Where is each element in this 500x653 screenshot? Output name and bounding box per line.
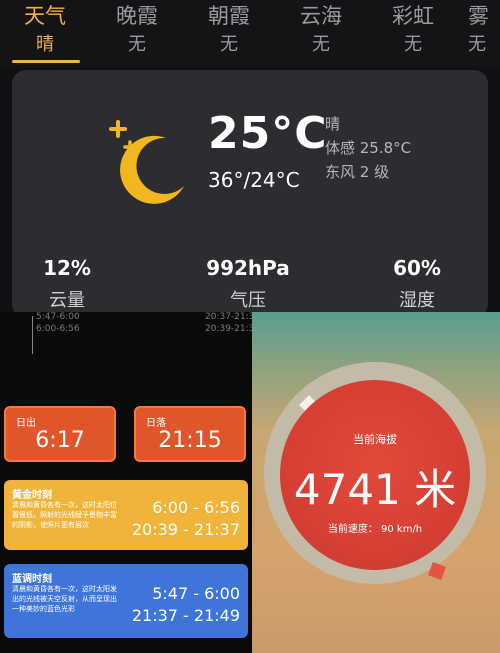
sunset-time: 21:15 <box>158 428 222 453</box>
weather-details: 晴 体感 25.8°C 东风 2 级 <box>325 112 411 184</box>
weather-card: 25°C 36°/24°C 晴 体感 25.8°C 东风 2 级 12% 云量 … <box>12 70 488 318</box>
altitude-value: 4741 米 <box>293 465 457 514</box>
ghost-time-1: 5:47-6:00 <box>36 312 80 322</box>
sunset-card: 日落 21:15 <box>134 406 246 462</box>
sunrise-time: 6:17 <box>35 428 85 453</box>
golden-hour-title: 黄金时刻 <box>12 490 52 501</box>
tab-fog-value: 无 <box>468 34 486 55</box>
ghost-time-2: 6:00-6:56 <box>36 324 80 334</box>
golden-hour-evening: 20:39 - 21:37 <box>131 520 240 539</box>
pressure-label: 气压 <box>230 290 266 311</box>
tab-morning-glow-value: 无 <box>220 34 238 55</box>
timeline-marker <box>32 316 33 354</box>
humidity-label: 湿度 <box>399 290 435 311</box>
tab-morning-glow-title: 朝霞 <box>208 4 250 28</box>
cloud-cover-value: 12% <box>43 256 91 280</box>
blue-hour-evening: 21:37 - 21:49 <box>131 606 240 625</box>
weather-condition: 晴 <box>325 115 341 133</box>
tab-sunset-glow-value: 无 <box>128 34 146 55</box>
tab-rainbow-value: 无 <box>404 34 422 55</box>
sunrise-label: 日出 <box>16 418 36 429</box>
temperature-range: 36°/24°C <box>208 168 300 192</box>
blue-hour-title: 蓝调时刻 <box>12 574 52 585</box>
golden-hour-morning: 6:00 - 6:56 <box>152 498 240 517</box>
category-tabs: 天气 晴 晚霞 无 朝霞 无 云海 无 彩虹 无 雾 无 <box>0 0 500 66</box>
sunrise-card: 日出 6:17 <box>4 406 116 462</box>
moon-stars-icon <box>109 120 184 204</box>
tab-cloud-sea-title: 云海 <box>300 4 342 28</box>
tab-weather[interactable]: 天气 晴 <box>10 2 80 60</box>
golden-hour-description: 清晨和黄昏各有一次，这时太阳位置很低，照射的光线赋予景物丰富的阴影，使照片更有层… <box>12 501 117 529</box>
blue-hour-morning: 5:47 - 6:00 <box>152 584 240 603</box>
sunset-label: 日落 <box>146 418 166 429</box>
tab-cloud-sea-value: 无 <box>312 34 330 55</box>
tab-weather-value: 晴 <box>36 34 54 55</box>
humidity-value: 60% <box>393 256 441 280</box>
golden-hour-card: 黄金时刻 清晨和黄昏各有一次，这时太阳位置很低，照射的光线赋予景物丰富的阴影，使… <box>4 480 248 550</box>
cloud-cover-label: 云量 <box>49 290 85 311</box>
tab-morning-glow[interactable]: 朝霞 无 <box>194 2 264 60</box>
tab-cloud-sea[interactable]: 云海 无 <box>286 2 356 60</box>
blue-hour-card: 蓝调时刻 清晨和黄昏各有一次，这时太阳发出的光线被天空反射，从而呈现出一种美妙的… <box>4 564 248 638</box>
feels-like: 体感 25.8°C <box>325 139 412 157</box>
tab-weather-title: 天气 <box>24 4 66 28</box>
tab-fog[interactable]: 雾 无 <box>468 2 500 60</box>
current-temperature: 25°C <box>208 108 328 159</box>
altitude-title: 当前海拔 <box>353 433 397 446</box>
tab-rainbow[interactable]: 彩虹 无 <box>378 2 448 60</box>
current-speed: 当前速度： 90 km/h <box>327 524 423 535</box>
active-tab-indicator <box>12 60 80 63</box>
tab-sunset-glow-title: 晚霞 <box>116 4 158 28</box>
wind: 东风 2 级 <box>325 163 390 181</box>
pressure-value: 992hPa <box>206 256 290 280</box>
tab-sunset-glow[interactable]: 晚霞 无 <box>102 2 172 60</box>
tab-fog-title: 雾 <box>468 4 489 28</box>
tab-rainbow-title: 彩虹 <box>392 4 434 28</box>
blue-hour-description: 清晨和黄昏各有一次，这时太阳发出的光线被天空反射，从而呈现出一种美妙的蓝色光彩 <box>12 585 117 613</box>
